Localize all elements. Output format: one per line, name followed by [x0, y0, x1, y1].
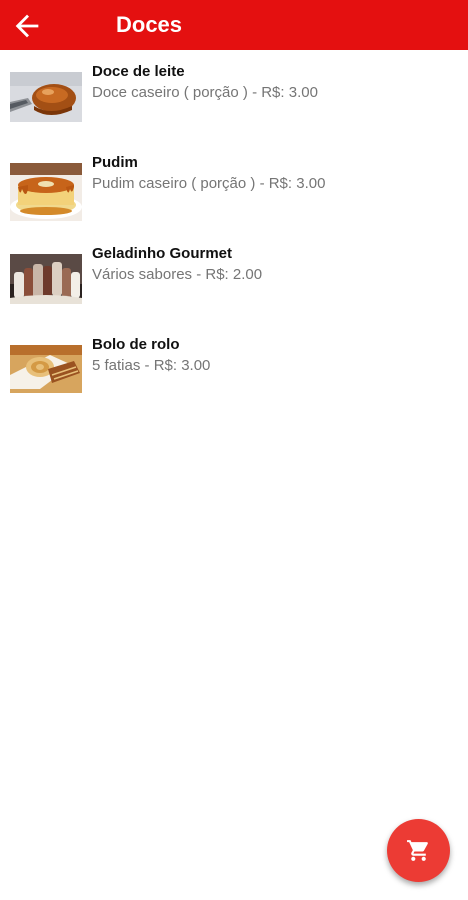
item-name: Pudim: [92, 154, 138, 171]
item-description: 5 fatias - R$: 3.00: [92, 357, 211, 374]
cart-fab-button[interactable]: [387, 819, 450, 882]
item-name: Bolo de rolo: [92, 336, 180, 353]
back-button[interactable]: [6, 5, 48, 47]
product-list: Doce de leite Doce caseiro ( porção ) - …: [0, 50, 468, 414]
item-name: Doce de leite: [92, 63, 185, 80]
list-item[interactable]: Doce de leite Doce caseiro ( porção ) - …: [0, 50, 468, 141]
arrow-left-icon: [15, 14, 39, 38]
geladinho-photo: [10, 254, 82, 304]
app-bar: Doces: [0, 0, 468, 50]
item-name: Geladinho Gourmet: [92, 245, 233, 262]
pudim-photo: [10, 163, 82, 221]
list-item[interactable]: Bolo de rolo 5 fatias - R$: 3.00: [0, 323, 468, 414]
item-description: Doce caseiro ( porção ) - R$: 3.00: [92, 84, 318, 101]
list-item[interactable]: Pudim Pudim caseiro ( porção ) - R$: 3.0…: [0, 141, 468, 232]
shopping-cart-icon: [407, 840, 428, 861]
page-title: Doces: [116, 12, 183, 37]
list-item[interactable]: Geladinho Gourmet Vários sabores - R$: 2…: [0, 232, 468, 323]
doce-de-leite-photo: [10, 72, 82, 122]
bolo-de-rolo-photo: [10, 345, 82, 393]
item-description: Pudim caseiro ( porção ) - R$: 3.00: [92, 175, 326, 192]
item-description: Vários sabores - R$: 2.00: [92, 266, 263, 283]
